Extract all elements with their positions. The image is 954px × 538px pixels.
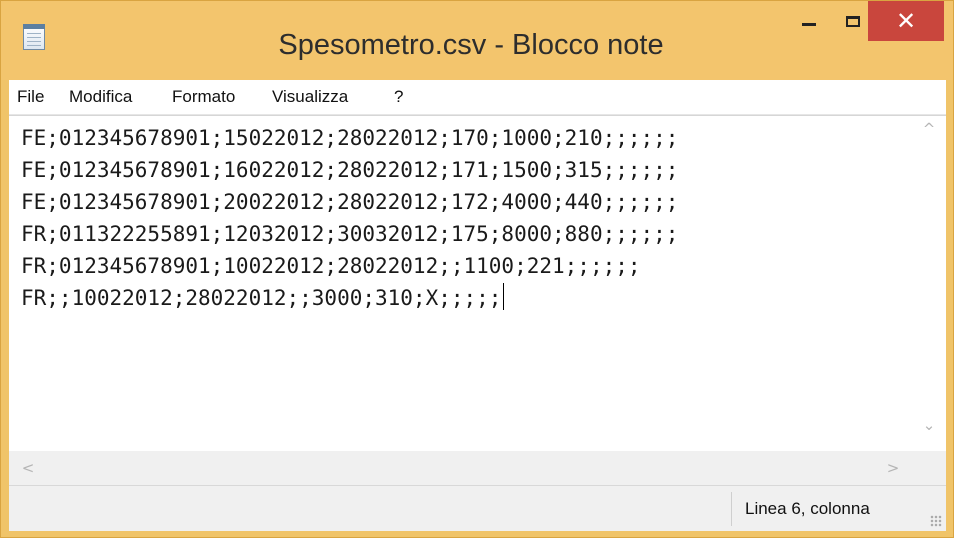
close-icon: ✕	[895, 7, 917, 35]
maximize-icon	[846, 15, 860, 27]
text-caret	[503, 283, 505, 310]
horizontal-scrollbar[interactable]: < >	[9, 451, 912, 485]
close-button[interactable]: ✕	[868, 1, 944, 41]
title-bar[interactable]: Spesometro.csv - Blocco note ✕	[1, 1, 953, 80]
text-editor[interactable]: FE;012345678901;15022012;28022012;170;10…	[9, 115, 946, 485]
menu-visualizza[interactable]: Visualizza	[272, 87, 348, 107]
status-divider	[731, 492, 732, 526]
window-title: Spesometro.csv - Blocco note	[278, 29, 664, 61]
text-line: FE;012345678901;16022012;28022012;171;15…	[21, 158, 679, 182]
scroll-up-icon[interactable]: ^	[912, 120, 946, 138]
cursor-position: Linea 6, colonna	[745, 499, 870, 518]
text-line: FE;012345678901;20022012;28022012;172;40…	[21, 190, 679, 214]
status-bar: Linea 6, colonna	[9, 485, 946, 531]
menu-file[interactable]: File	[17, 87, 44, 107]
text-line: FE;012345678901;15022012;28022012;170;10…	[21, 126, 679, 150]
notepad-icon[interactable]	[23, 24, 45, 50]
menu-formato[interactable]: Formato	[172, 87, 235, 107]
text-content[interactable]: FE;012345678901;15022012;28022012;170;10…	[21, 122, 881, 452]
notepad-window: Spesometro.csv - Blocco note ✕ File Modi…	[0, 0, 954, 538]
text-line: FR;011322255891;12032012;30032012;175;80…	[21, 222, 679, 246]
menu-modifica[interactable]: Modifica	[69, 87, 132, 107]
scrollbar-corner	[912, 451, 946, 485]
scroll-right-icon[interactable]: >	[878, 459, 908, 477]
resize-grip-icon[interactable]	[930, 515, 942, 527]
minimize-button[interactable]	[787, 1, 831, 41]
text-line-text: FR;;10022012;28022012;;3000;310;X;;;;;	[21, 286, 502, 310]
scroll-down-icon[interactable]: ⌄	[912, 416, 946, 434]
scroll-left-icon[interactable]: <	[13, 459, 43, 477]
minimize-icon	[802, 22, 816, 26]
text-line-current: FR;;10022012;28022012;;3000;310;X;;;;;	[21, 282, 881, 314]
vertical-scrollbar[interactable]: ^ ⌄	[912, 116, 946, 452]
menu-bar: File Modifica Formato Visualizza ?	[9, 80, 946, 115]
menu-help[interactable]: ?	[394, 87, 403, 107]
text-line: FR;012345678901;10022012;28022012;;1100;…	[21, 254, 641, 278]
